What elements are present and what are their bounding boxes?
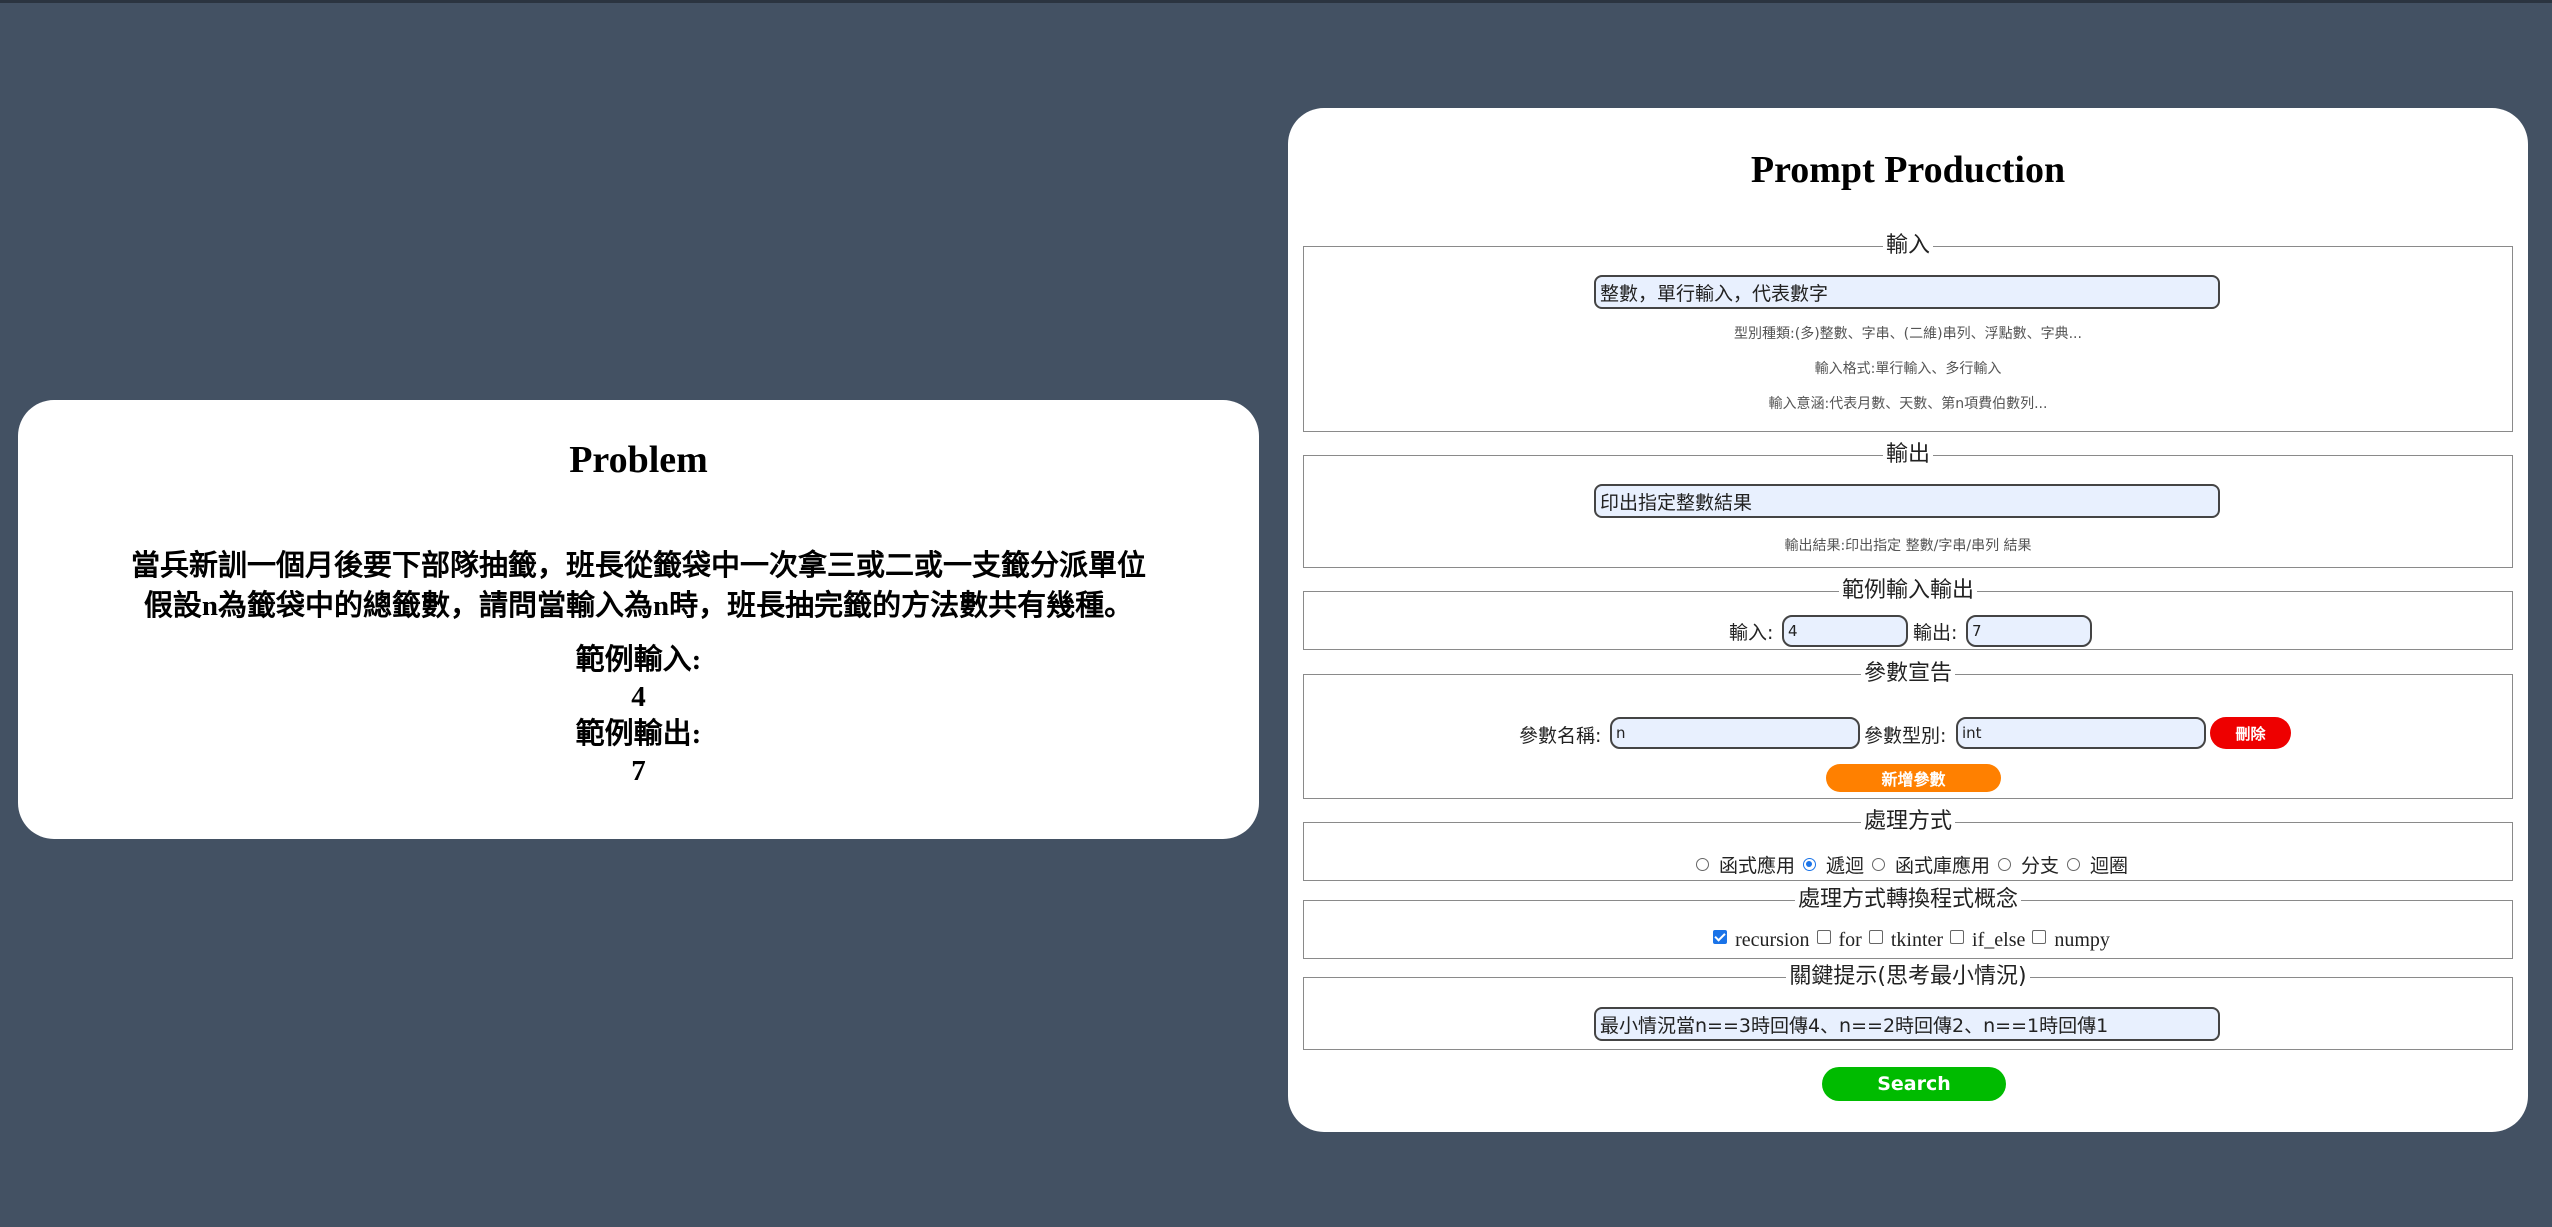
concept-option[interactable]: tkinter [1862, 929, 1943, 952]
concept-option-label: for [1838, 929, 1862, 951]
concept-checkbox[interactable] [1868, 929, 1883, 944]
problem-title: Problem [569, 439, 708, 481]
delete-param-button[interactable]: 刪除 [2210, 717, 2291, 749]
method-radio[interactable] [1695, 858, 1709, 871]
problem-line-1: 當兵新訓一個月後要下部隊抽籤，班長從籤袋中一次拿三或二或一支籤分派單位 [130, 550, 1146, 582]
method-radio[interactable] [1802, 858, 1816, 871]
example-output-label: 輸出: [1913, 622, 1958, 644]
concept-option[interactable]: recursion [1706, 929, 1810, 952]
parameter-legend: 參數宣告 [1863, 661, 1952, 686]
problem-examples: 範例輸入: 4 範例輸出: 7 [18, 642, 1259, 790]
method-option[interactable]: 分支 [1990, 851, 2059, 878]
example-input-field[interactable]: 4 [1782, 615, 1908, 647]
example-io-fieldset: 範例輸入輸出 輸入: 4 輸出: 7 [1303, 580, 2513, 650]
param-type-label: 參數型別: [1864, 725, 1947, 747]
method-option[interactable]: 函式應用 [1688, 851, 1795, 878]
method-legend: 處理方式 [1863, 809, 1952, 834]
param-name-field[interactable]: n [1610, 717, 1860, 749]
search-button[interactable]: Search [1822, 1067, 2006, 1101]
concept-option[interactable]: if_else [1943, 929, 2025, 952]
concept-checkbox[interactable] [2032, 929, 2047, 944]
method-radio[interactable] [1871, 858, 1885, 871]
method-option-label: 函式庫應用 [1894, 855, 1990, 877]
output-description-field[interactable]: 印出指定整數結果 [1594, 484, 2220, 518]
input-description-field[interactable]: 整數，單行輸入，代表數字 [1594, 275, 2220, 309]
example-output-label: 範例輸出: [575, 718, 702, 750]
output-legend: 輸出 [1885, 442, 1930, 467]
output-fieldset: 輸出 印出指定整數結果 輸出結果:印出指定 整數/字串/串列 結果 [1303, 444, 2513, 568]
concept-checkbox[interactable] [1950, 929, 1965, 944]
concept-option-label: recursion [1735, 929, 1810, 951]
parameter-fieldset: 參數宣告 參數名稱: n 參數型別: int 刪除 新增參數 [1303, 663, 2513, 799]
method-radio[interactable] [2067, 858, 2081, 871]
key-hint-legend: 關鍵提示(思考最小情況) [1789, 964, 2027, 989]
param-type-field[interactable]: int [1956, 717, 2206, 749]
prompt-title: Prompt Production [1750, 149, 2066, 191]
input-fieldset: 輸入 整數，單行輸入，代表數字 型別種類:(多)整數、字串、(二維)串列、浮點數… [1303, 235, 2513, 432]
example-input-value: 4 [631, 681, 646, 713]
method-option[interactable]: 迴圈 [2059, 851, 2128, 878]
input-type-hint: 型別種類:(多)整數、字串、(二維)串列、浮點數、字典... [1734, 326, 2082, 342]
concept-checkbox-group: recursion for tkinter if_else numpy [1304, 929, 2512, 952]
concept-option-label: if_else [1972, 929, 2026, 951]
key-hint-fieldset: 關鍵提示(思考最小情況) 最小情況當n==3時回傳4、n==2時回傳2、n==1… [1303, 966, 2513, 1050]
example-output-value: 7 [631, 755, 646, 787]
concept-option[interactable]: for [1810, 929, 1862, 952]
method-option-label: 迴圈 [2090, 855, 2129, 877]
concept-option-label: numpy [2054, 929, 2110, 951]
method-radio[interactable] [1998, 858, 2011, 871]
method-option[interactable]: 遞迴 [1795, 851, 1864, 878]
param-name-label: 參數名稱: [1519, 725, 1602, 747]
problem-line-2: 假設n為籤袋中的總籤數，請問當輸入為n時，班長抽完籤的方法數共有幾種。 [143, 590, 1134, 622]
prompt-production-card: Prompt Production 輸入 整數，單行輸入，代表數字 型別種類:(… [1288, 108, 2528, 1132]
concept-checkbox[interactable] [1713, 929, 1728, 944]
concept-legend: 處理方式轉換程式概念 [1797, 887, 2018, 912]
example-input-label: 輸入: [1729, 622, 1774, 644]
input-format-hint: 輸入格式:單行輸入、多行輸入 [1814, 361, 2002, 377]
key-hint-field[interactable]: 最小情況當n==3時回傳4、n==2時回傳2、n==1時回傳1 [1594, 1007, 2220, 1041]
method-fieldset: 處理方式 函式應用 遞迴 函式庫應用 分支 迴圈 [1303, 811, 2513, 881]
method-option-label: 分支 [2021, 855, 2060, 877]
concept-checkbox[interactable] [1816, 929, 1831, 944]
output-hint: 輸出結果:印出指定 整數/字串/串列 結果 [1784, 538, 2032, 554]
example-output-field[interactable]: 7 [1966, 615, 2092, 647]
method-option-label: 函式應用 [1718, 855, 1795, 877]
input-legend: 輸入 [1885, 233, 1930, 258]
concept-fieldset: 處理方式轉換程式概念 recursion for tkinter if_else num… [1303, 889, 2513, 959]
method-option[interactable]: 函式庫應用 [1864, 851, 1990, 878]
concept-option[interactable]: numpy [2025, 929, 2110, 952]
add-param-button[interactable]: 新增參數 [1826, 764, 2001, 792]
method-radio-group: 函式應用 遞迴 函式庫應用 分支 迴圈 [1304, 851, 2512, 878]
example-io-legend: 範例輸入輸出 [1841, 578, 1974, 603]
problem-card: Problem 當兵新訓一個月後要下部隊抽籤，班長從籤袋中一次拿三或二或一支籤分… [18, 400, 1259, 839]
concept-option-label: tkinter [1890, 929, 1944, 951]
method-option-label: 遞迴 [1825, 855, 1864, 877]
input-meaning-hint: 輸入意涵:代表月數、天數、第n項費伯數列... [1768, 396, 2048, 412]
example-input-label: 範例輸入: [575, 644, 702, 676]
problem-description: 當兵新訓一個月後要下部隊抽籤，班長從籤袋中一次拿三或二或一支籤分派單位 假設n為… [18, 546, 1259, 626]
